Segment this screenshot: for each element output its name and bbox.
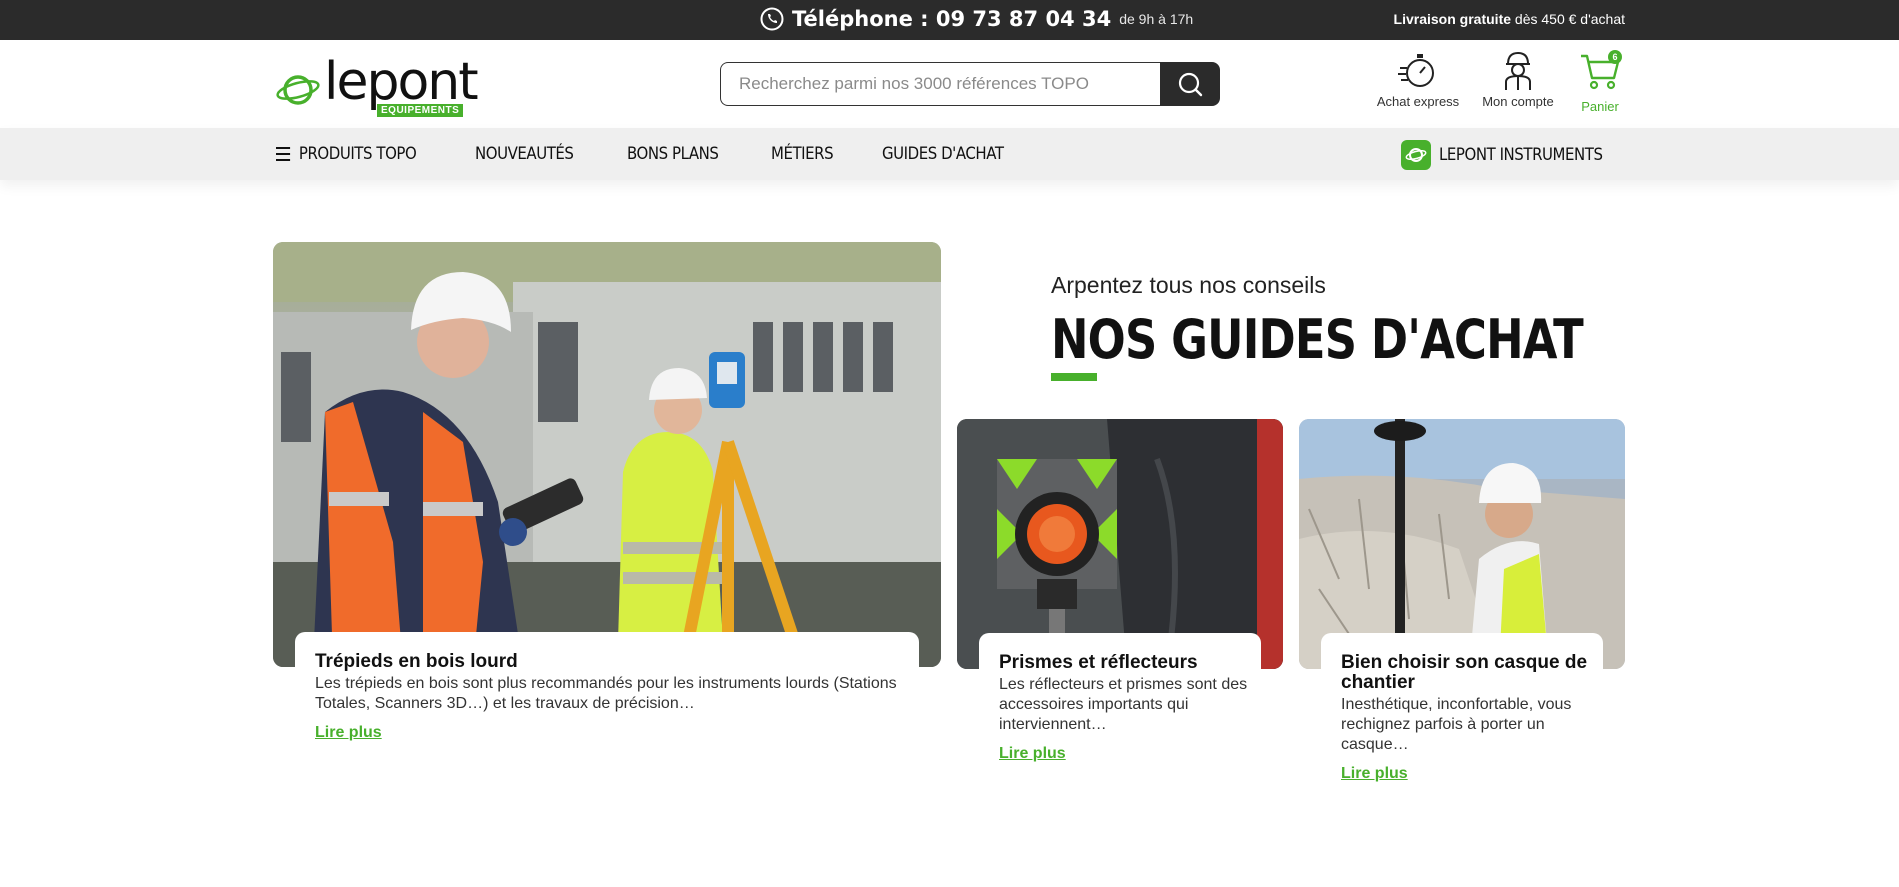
guide-card-casque[interactable]: Bien choisir son casque de chantier Ines… [1321,633,1603,793]
site-header: lepont EQUIPEMENTS Achat express [0,40,1899,128]
nav-item-bons-plans[interactable]: BONS PLANS [627,144,719,164]
nav-item-label: MÉTIERS [771,144,834,164]
guide-image-trepieds[interactable] [273,242,941,667]
hamburger-icon [276,147,291,161]
instruments-logo-icon [1401,140,1432,170]
cart-button[interactable]: 6 Panier [1575,48,1625,114]
nav-item-metiers[interactable]: MÉTIERS [771,144,834,164]
nav-item-guides-achat[interactable]: GUIDES D'ACHAT [882,144,1004,164]
read-more-link[interactable]: Lire plus [1341,765,1408,783]
phone-hours: de 9h à 17h [1119,11,1194,27]
helmet-photo [1299,419,1625,669]
read-more-link[interactable]: Lire plus [315,724,382,742]
search-button[interactable] [1160,62,1220,106]
guides-title: NOS GUIDES D'ACHAT [1051,308,1584,371]
nav-item-nouveautes[interactable]: NOUVEAUTÉS [475,144,574,164]
cart-label: Panier [1581,99,1619,114]
cart-count-badge: 6 [1608,50,1622,64]
guide-card-title: Bien choisir son casque de chantier [1341,652,1588,693]
read-more-link[interactable]: Lire plus [999,745,1066,763]
guide-card-prismes[interactable]: Prismes et réflecteurs Les réflecteurs e… [979,633,1261,773]
nav-item-label: PRODUITS TOPO [298,144,417,164]
header-actions: Achat express Mon compte 6 Panier [1375,48,1625,114]
search-icon [1178,72,1203,97]
guide-card-description: Inesthétique, inconfortable, vous rechig… [1341,695,1572,753]
guide-card-trepieds[interactable]: Trépieds en bois lourd Les trépieds en b… [295,632,919,752]
surveyors-photo [273,242,941,667]
express-label: Achat express [1376,94,1460,109]
instruments-label: LEPONT INSTRUMENTS [1439,145,1603,165]
guide-card-description: Les réflecteurs et prismes sont des acce… [999,675,1248,733]
guide-card-title: Trépieds en bois lourd [315,651,518,672]
account-button[interactable]: Mon compte [1475,48,1561,114]
lepont-instruments-link[interactable]: LEPONT INSTRUMENTS [1401,140,1625,170]
guide-image-casque[interactable] [1299,419,1625,669]
guide-image-prismes[interactable] [957,419,1283,669]
site-logo[interactable]: lepont EQUIPEMENTS [276,56,479,122]
worker-account-icon [1505,51,1531,90]
guide-card-title: Prismes et réflecteurs [999,652,1198,673]
nav-item-label: BONS PLANS [627,144,719,164]
guide-card-description: Les trépieds en bois sont plus recommand… [315,674,897,712]
shipping-notice: Livraison gratuite dès 450 € d'achat [1394,11,1625,27]
shipping-bold: Livraison gratuite [1393,11,1512,27]
title-underline [1051,373,1097,381]
express-purchase-button[interactable]: Achat express [1375,48,1461,114]
nav-item-produits-topo[interactable]: PRODUITS TOPO [276,144,417,164]
prism-photo [957,419,1283,669]
top-bar: Téléphone : 09 73 87 04 34 de 9h à 17h L… [0,0,1899,40]
nav-item-label: GUIDES D'ACHAT [881,144,1004,164]
cart-icon-wrap: 6 [1578,48,1622,97]
phone-number[interactable]: Téléphone : 09 73 87 04 34 [792,7,1111,31]
logo-subtitle: EQUIPEMENTS [377,104,464,117]
logo-wordmark: lepont [324,52,479,112]
nav-item-label: NOUVEAUTÉS [475,144,574,164]
guides-subtitle: Arpentez tous nos conseils [1051,272,1326,298]
nav-menu: PRODUITS TOPO NOUVEAUTÉS BONS PLANS MÉTI… [276,128,1020,180]
account-label: Mon compte [1482,94,1554,109]
shipping-rest: dès 450 € d'achat [1514,11,1625,27]
phone-icon [760,7,784,31]
phone-contact[interactable]: Téléphone : 09 73 87 04 34 de 9h à 17h [760,7,1193,31]
planet-logo-icon [276,75,320,105]
main-navigation: PRODUITS TOPO NOUVEAUTÉS BONS PLANS MÉTI… [0,128,1899,180]
stopwatch-icon [1398,54,1434,87]
search-input[interactable] [720,62,1162,106]
search-bar [720,62,1220,106]
